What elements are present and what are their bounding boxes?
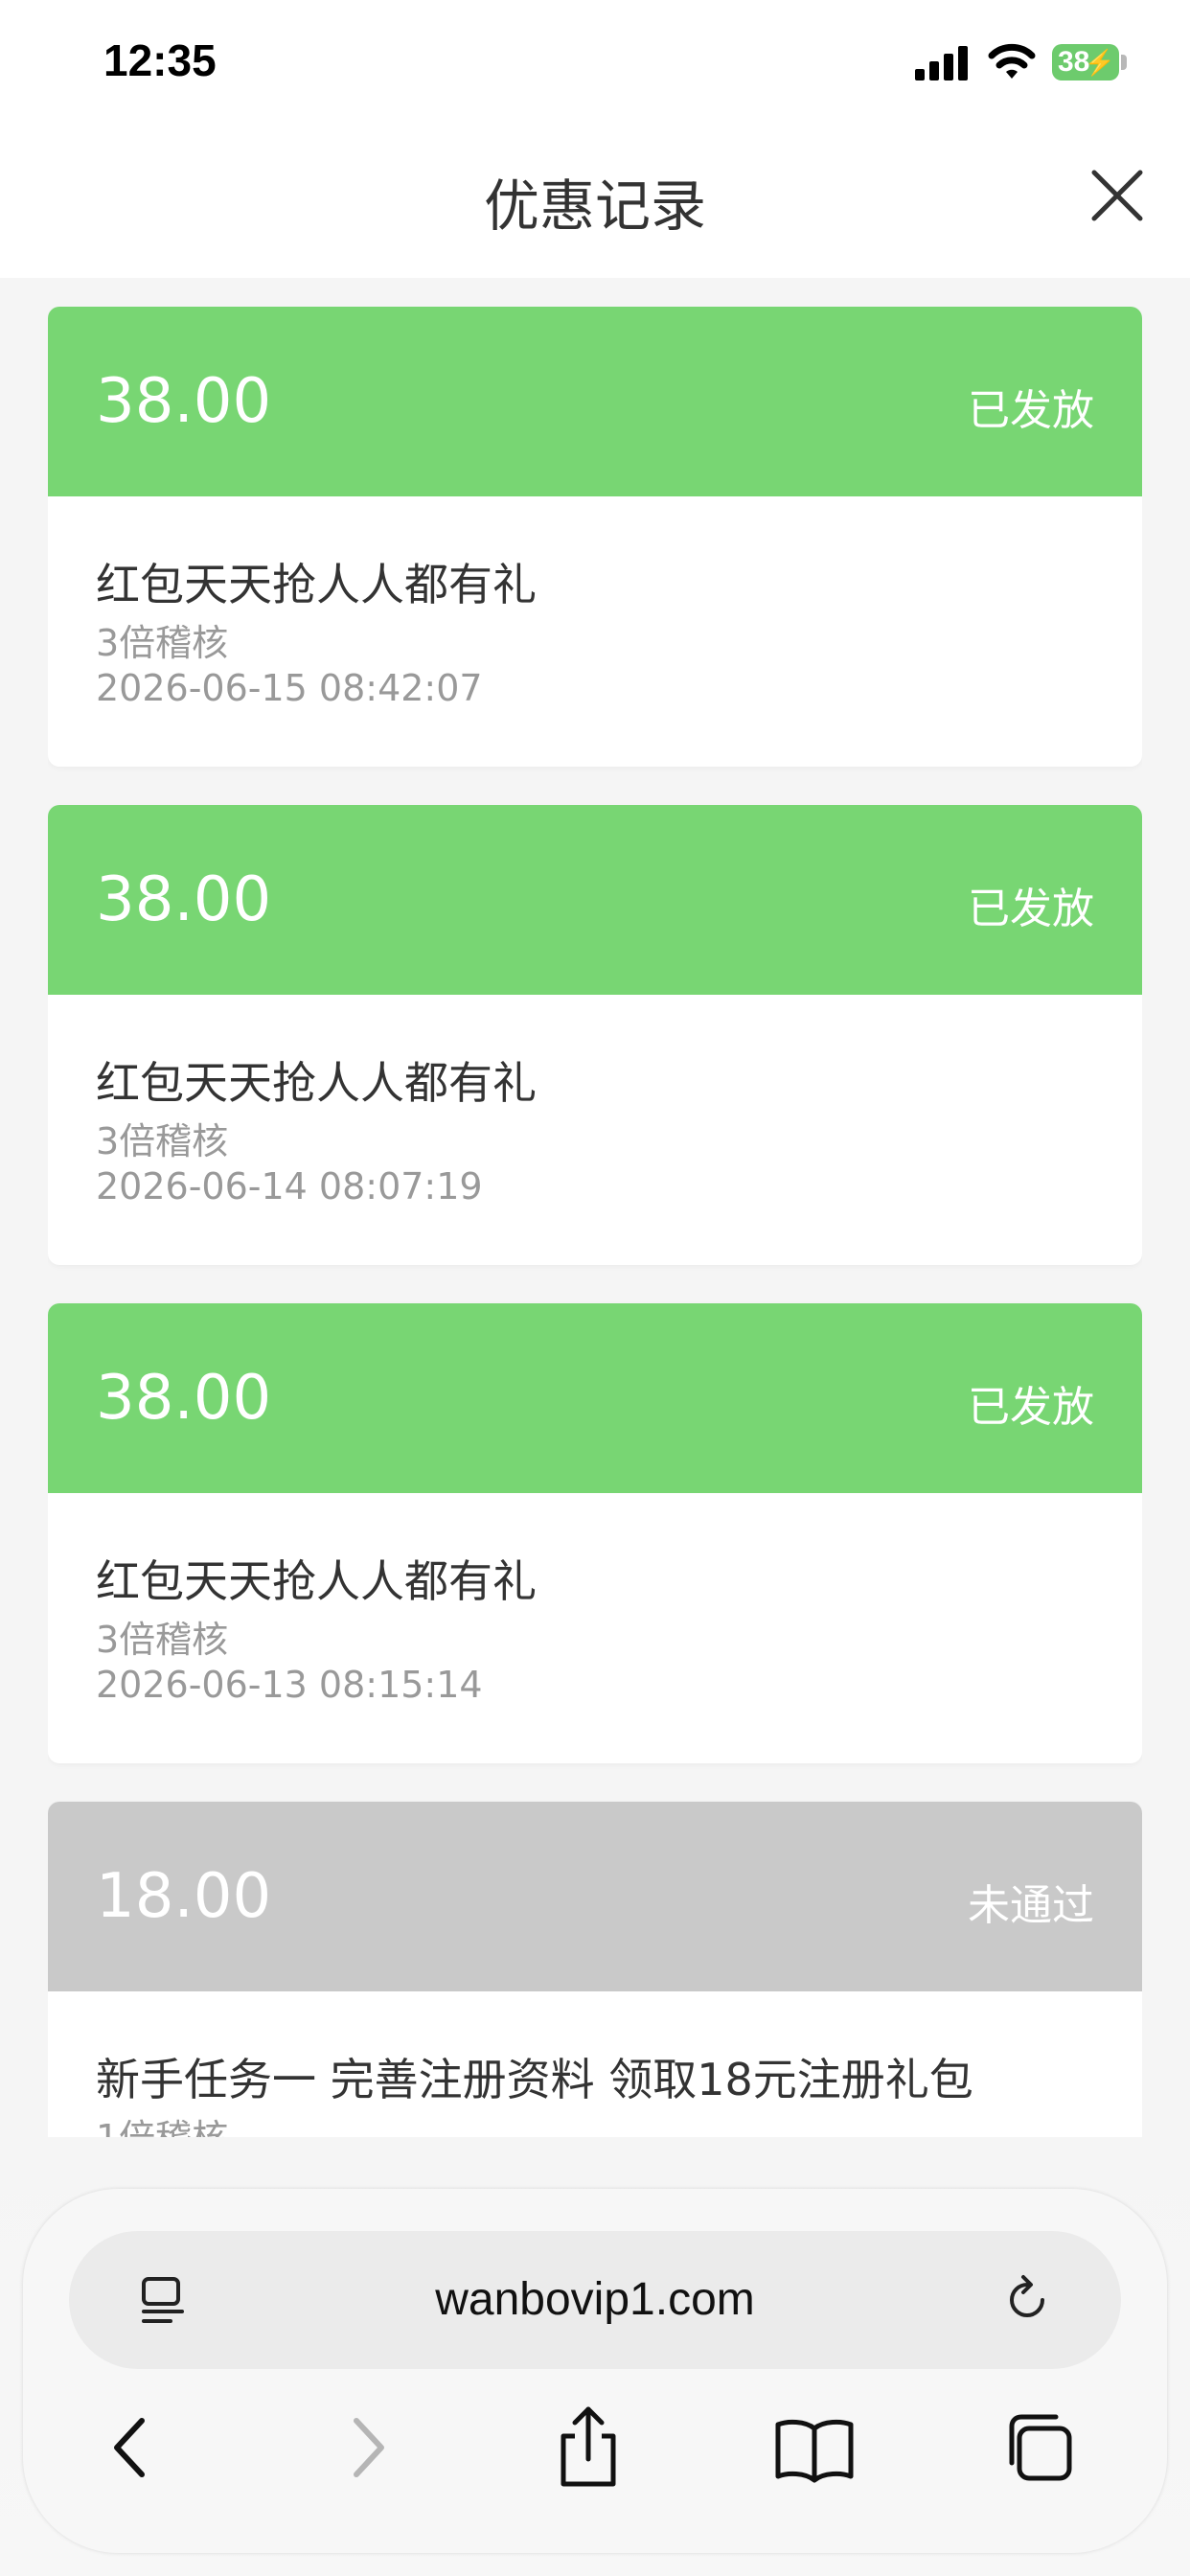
record-amount: 38.00 <box>96 366 272 437</box>
record-title: 红包天天抢人人都有礼 <box>96 1057 537 1109</box>
share-icon[interactable] <box>540 2400 636 2496</box>
close-icon[interactable] <box>1087 165 1148 226</box>
record-body: 红包天天抢人人都有礼 3倍稽核 2026-06-14 08:07:19 <box>48 995 1142 1265</box>
status-bar: 12:35 38 ⚡ <box>0 0 1190 134</box>
record-card[interactable]: 18.00 未通过 新手任务一 完善注册资料 领取18元注册礼包 1倍稽核 <box>48 1802 1142 2137</box>
charging-bolt-icon: ⚡ <box>1084 48 1115 77</box>
record-header: 38.00 已发放 <box>48 805 1142 995</box>
cellular-signal-icon <box>915 46 969 80</box>
record-multiplier: 3倍稽核 <box>96 1619 229 1661</box>
record-status: 已发放 <box>968 885 1094 933</box>
browser-toolbar: wanbovip1.com <box>23 2189 1167 2553</box>
address-bar[interactable]: wanbovip1.com <box>69 2231 1121 2369</box>
record-title: 红包天天抢人人都有礼 <box>96 559 537 610</box>
bookmarks-icon[interactable] <box>767 2400 862 2496</box>
wifi-icon <box>988 43 1036 79</box>
back-icon[interactable] <box>86 2400 182 2496</box>
record-status: 未通过 <box>968 1881 1094 1930</box>
record-body: 新手任务一 完善注册资料 领取18元注册礼包 1倍稽核 <box>48 1991 1142 2137</box>
record-datetime: 2026-06-15 08:42:07 <box>96 667 483 709</box>
forward-icon[interactable] <box>316 2400 412 2496</box>
tabs-icon[interactable] <box>991 2400 1087 2496</box>
record-card[interactable]: 38.00 已发放 红包天天抢人人都有礼 3倍稽核 2026-06-13 08:… <box>48 1303 1142 1763</box>
record-header: 38.00 已发放 <box>48 307 1142 496</box>
record-status: 已发放 <box>968 1383 1094 1432</box>
page-title: 优惠记录 <box>483 173 706 239</box>
record-multiplier: 1倍稽核 <box>96 2108 228 2137</box>
record-header: 38.00 已发放 <box>48 1303 1142 1493</box>
record-title: 红包天天抢人人都有礼 <box>96 1555 537 1607</box>
record-card[interactable]: 38.00 已发放 红包天天抢人人都有礼 3倍稽核 2026-06-15 08:… <box>48 307 1142 767</box>
battery-icon: 38 ⚡ <box>1052 44 1119 80</box>
record-status: 已发放 <box>968 386 1094 435</box>
reload-icon[interactable] <box>1000 2273 1054 2327</box>
record-multiplier: 3倍稽核 <box>96 1120 229 1162</box>
battery-tip <box>1121 55 1127 70</box>
record-datetime: 2026-06-14 08:07:19 <box>96 1165 483 1208</box>
page-header: 优惠记录 <box>0 134 1190 278</box>
record-card[interactable]: 38.00 已发放 红包天天抢人人都有礼 3倍稽核 2026-06-14 08:… <box>48 805 1142 1265</box>
record-title: 新手任务一 完善注册资料 领取18元注册礼包 <box>96 2054 973 2105</box>
record-header: 18.00 未通过 <box>48 1802 1142 1991</box>
record-body: 红包天天抢人人都有礼 3倍稽核 2026-06-13 08:15:14 <box>48 1493 1142 1763</box>
url-text: wanbovip1.com <box>435 2274 755 2325</box>
record-list[interactable]: 38.00 已发放 红包天天抢人人都有礼 3倍稽核 2026-06-15 08:… <box>48 307 1142 2137</box>
record-amount: 18.00 <box>96 1861 272 1932</box>
record-amount: 38.00 <box>96 864 272 935</box>
record-multiplier: 3倍稽核 <box>96 622 229 664</box>
record-body: 红包天天抢人人都有礼 3倍稽核 2026-06-15 08:42:07 <box>48 496 1142 767</box>
record-datetime: 2026-06-13 08:15:14 <box>96 1664 483 1706</box>
status-time: 12:35 <box>103 35 217 85</box>
record-amount: 38.00 <box>96 1363 272 1434</box>
